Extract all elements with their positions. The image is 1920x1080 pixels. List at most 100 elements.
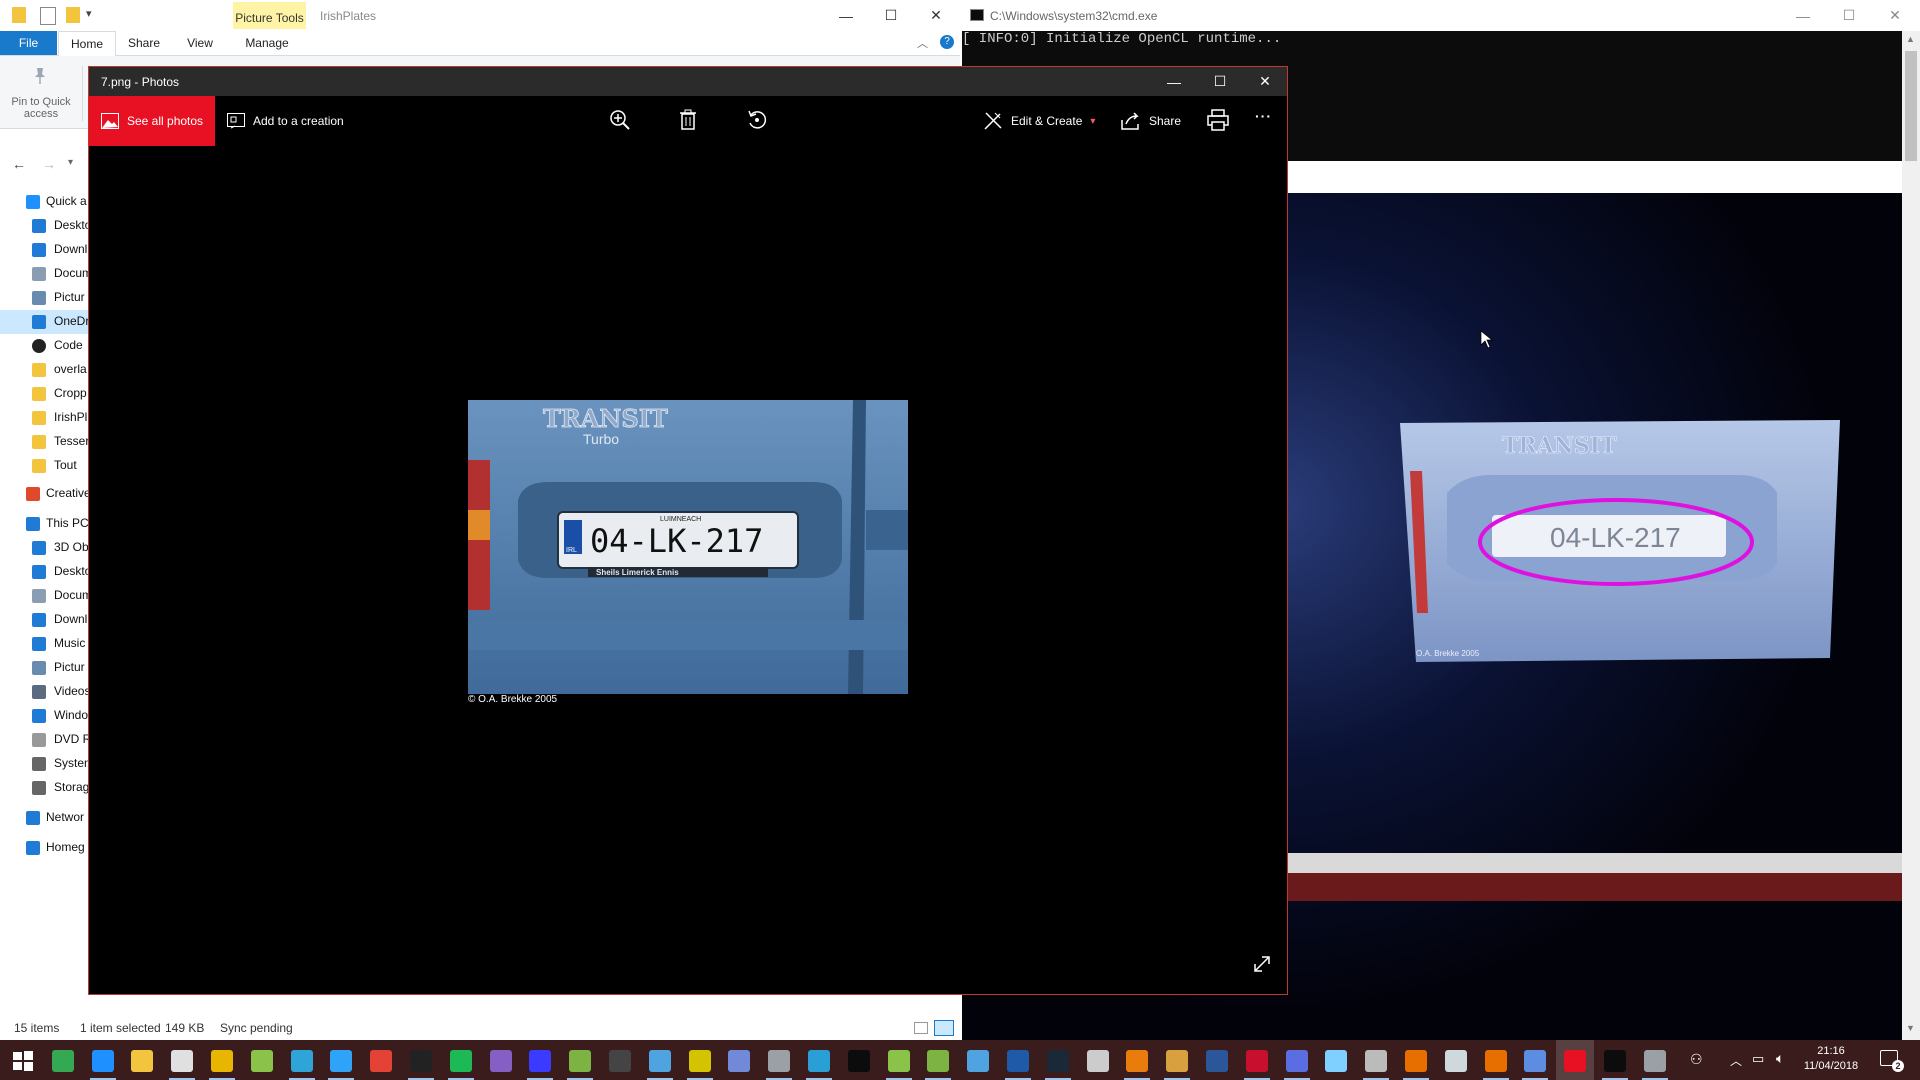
store-icon[interactable] [808,1050,830,1072]
fullscreen-icon[interactable] [1252,954,1272,974]
photo-image[interactable]: TRANSIT Turbo LUIMNEACH IRL 04-LK-217 Sh… [468,400,908,694]
nav-item[interactable]: Tout [0,454,90,478]
remote-icon[interactable] [1007,1050,1029,1072]
nav-item[interactable]: Deskto [0,560,91,584]
nav-item[interactable]: Docum [0,262,92,286]
hs-icon[interactable] [569,1050,592,1072]
utorrent-icon[interactable] [927,1050,950,1072]
nav-item[interactable]: Networ [0,806,90,830]
discord-icon[interactable] [728,1050,751,1072]
nav-item[interactable]: Creative [0,482,91,506]
photos-icon[interactable] [1564,1050,1587,1072]
nav-item[interactable]: Storag [0,776,90,800]
cmd-icon[interactable] [847,1050,870,1072]
nav-item[interactable]: Videos [0,680,90,704]
nav-item[interactable]: Downl [0,608,90,632]
close-button[interactable]: ✕ [913,0,959,31]
network-tray-icon[interactable]: ▭ [1752,1051,1764,1067]
scroll-down-icon[interactable]: ▼ [1906,1023,1915,1033]
volume-icon[interactable]: 🔈︎ [1776,1050,1784,1067]
animate-icon[interactable] [370,1050,393,1072]
add-to-creation-button[interactable]: Add to a creation [227,96,344,146]
close-button[interactable]: ✕ [1242,66,1288,97]
new-folder-icon[interactable] [66,7,80,23]
nav-item[interactable]: DVD R [0,728,91,752]
edit-create-button[interactable]: Edit & Create ▾ [983,96,1095,146]
settings-icon[interactable] [1285,1050,1308,1072]
paint-icon[interactable] [1166,1050,1189,1072]
help-icon[interactable]: ? [940,35,954,49]
properties-icon[interactable] [40,7,56,25]
files-icon[interactable] [1444,1050,1467,1072]
java2-icon[interactable] [1484,1050,1507,1072]
tab-home[interactable]: Home [58,31,116,56]
rotate-icon[interactable] [746,109,768,131]
tab-manage[interactable]: Manage [232,31,302,55]
chevron-down-icon[interactable]: ▾ [86,7,92,20]
nav-item[interactable]: Deskto [0,214,91,238]
terminal-icon[interactable] [529,1050,552,1072]
cmd-scrollbar[interactable]: ▲ ▼ [1902,31,1920,1040]
recent-locations-chevron-icon[interactable]: ▾ [68,157,73,168]
start-icon[interactable] [12,1050,34,1072]
clock[interactable]: 21:16 11/04/2018 [1786,1044,1876,1074]
nav-item[interactable]: 3D Ob [0,536,90,560]
cmd2-icon[interactable] [1604,1050,1626,1072]
epic-games-icon[interactable] [410,1050,432,1072]
spotify-icon[interactable] [449,1050,472,1072]
nav-item[interactable]: Code [0,334,90,358]
share-button[interactable]: Share [1121,96,1181,146]
maximize-button[interactable]: ☐ [868,0,914,31]
steam-icon[interactable] [1046,1050,1069,1072]
nav-item[interactable]: Homeg [0,836,90,860]
nav-item[interactable]: Windo [0,704,90,728]
pin-to-quick-access-button[interactable]: Pin to Quick access [6,96,76,120]
maximize-button[interactable]: ☐ [1826,0,1872,31]
mail-icon[interactable] [171,1050,194,1072]
minimize-button[interactable]: — [1780,0,1826,31]
maximize-button[interactable]: ☐ [1197,66,1243,97]
chevron-up-icon[interactable]: ︿ [917,35,928,51]
more-options-button[interactable]: ··· [1255,108,1272,124]
java-icon[interactable] [1405,1050,1427,1072]
blender-icon[interactable] [1126,1050,1149,1072]
tab-share[interactable]: Share [118,31,170,55]
minimize-button[interactable]: — [823,0,869,31]
pen-icon[interactable] [1325,1050,1348,1072]
notepad-icon[interactable] [250,1050,273,1072]
devices-icon[interactable] [1524,1050,1547,1072]
edge-icon[interactable] [91,1050,114,1072]
people-icon[interactable]: ⚇ [1690,1051,1703,1068]
printer-icon[interactable] [1365,1050,1388,1072]
nav-item[interactable]: Music [0,632,90,656]
photoshop-icon[interactable] [330,1050,353,1072]
flag-icon[interactable] [1245,1050,1268,1072]
nav-item[interactable]: Tesser [0,430,90,454]
print-icon[interactable] [1207,109,1229,131]
back-arrow-icon[interactable]: ← [12,156,26,172]
vim-icon[interactable] [290,1050,313,1072]
slack-icon[interactable] [211,1050,233,1072]
close-button[interactable]: ✕ [1872,0,1918,31]
network-tool-icon[interactable] [967,1050,990,1072]
minimize-button[interactable]: — [1151,66,1197,97]
delete-icon[interactable] [679,109,697,131]
nav-item[interactable]: Pictur [0,656,90,680]
nav-item[interactable]: This PC [0,512,90,536]
file-explorer-icon[interactable] [131,1050,154,1072]
nav-item[interactable]: Systen [0,752,91,776]
details-view-icon[interactable] [914,1022,928,1034]
nav-item[interactable]: OneDr [0,310,90,334]
tray-icon[interactable] [768,1050,791,1072]
tab-file[interactable]: File [0,31,57,55]
show-hidden-icons-chevron[interactable]: ︿ [1730,1052,1742,1069]
forward-arrow-icon[interactable]: → [42,156,56,172]
window-icon[interactable] [1643,1050,1666,1072]
tab-view[interactable]: View [174,31,226,55]
see-all-photos-button[interactable]: See all photos [89,96,215,146]
nav-item[interactable]: Downl [0,238,90,262]
nav-item[interactable]: Pictur [0,286,90,310]
word-icon[interactable] [1206,1050,1228,1072]
w-icon[interactable] [609,1050,631,1072]
nav-item[interactable]: Cropp [0,382,90,406]
